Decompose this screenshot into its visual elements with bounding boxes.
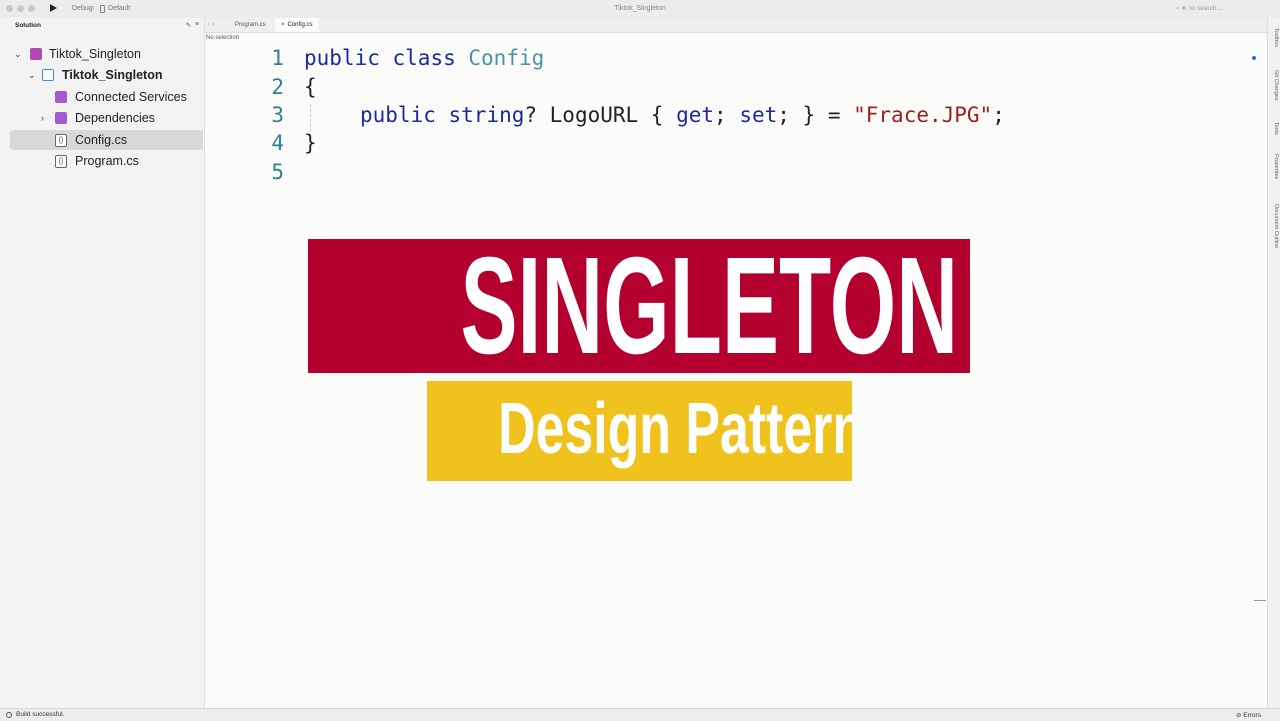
status-bar: Build successful. ⊘ Errors: [0, 708, 1280, 721]
code-line-1[interactable]: public class Config: [304, 46, 544, 70]
nav-arrows-icon[interactable]: ‹ ›: [208, 18, 215, 32]
tree-item-label: Program.cs: [75, 154, 139, 168]
tree-item-label: Tiktok_Singleton: [62, 68, 163, 82]
tree-item-program-cs[interactable]: {} Program.cs: [10, 151, 203, 171]
tab-config-cs[interactable]: × Config.cs: [275, 18, 319, 32]
rail-item-properties[interactable]: Properties: [1271, 154, 1279, 179]
banner-title: SINGLETON: [460, 239, 959, 373]
tree-item-dependencies[interactable]: › Dependencies: [10, 108, 203, 128]
line-number: 3: [271, 103, 284, 127]
title-bar: Debug › Default Tiktok_Singleton ⌕ ⌘. to…: [0, 0, 1280, 19]
rail-item-git-changes[interactable]: Git Changes: [1271, 70, 1279, 101]
chevron-down-icon[interactable]: ⌄: [28, 65, 36, 85]
singleton-title-banner: SINGLETON: [308, 239, 970, 373]
rail-item-toolbox[interactable]: Toolbox: [1271, 28, 1279, 47]
code-line-3[interactable]: public string? LogoURL { get; set; } = "…: [360, 103, 1005, 127]
chevron-down-icon[interactable]: ⌄: [14, 44, 22, 64]
banner-subtitle: Design Pattern: [498, 389, 852, 469]
tree-item-solution[interactable]: ⌄ Tiktok_Singleton: [10, 44, 203, 64]
line-number: 2: [271, 75, 284, 99]
tab-program-cs[interactable]: Program.cs: [229, 18, 272, 32]
search-input[interactable]: ⌕ ⌘. to search...: [1176, 4, 1264, 14]
tree-item-label: Config.cs: [75, 133, 128, 147]
tree-item-label: Tiktok_Singleton: [49, 47, 141, 61]
solution-icon: [30, 48, 42, 60]
tree-item-connected-services[interactable]: Connected Services: [10, 87, 203, 107]
right-tool-rail: Toolbox Git Changes Tests Properties Doc…: [1267, 18, 1280, 708]
sidebar-header: Solution: [15, 22, 41, 29]
solution-sidebar: Solution ✎ × ⌄ Tiktok_Singleton ⌄ Tiktok…: [0, 18, 205, 708]
change-marker-icon: [1252, 56, 1256, 60]
breadcrumb: No selection: [206, 35, 240, 41]
code-line-4[interactable]: }: [304, 131, 317, 155]
code-file-icon: {}: [55, 134, 67, 147]
folder-icon: [55, 112, 67, 124]
indent-guide: [310, 104, 311, 132]
tree-item-project[interactable]: ⌄ Tiktok_Singleton: [10, 65, 203, 85]
close-icon[interactable]: ×: [281, 22, 285, 28]
scrollbar-marker[interactable]: [1254, 600, 1266, 601]
status-message: Build successful.: [16, 711, 65, 718]
pin-icon[interactable]: ✎: [186, 22, 191, 29]
rail-item-document-outline[interactable]: Document Outline: [1271, 204, 1279, 248]
code-file-icon: {}: [55, 155, 67, 168]
design-pattern-banner: Design Pattern: [427, 381, 852, 481]
line-number: 4: [271, 131, 284, 155]
project-icon: [42, 69, 54, 81]
line-number: 5: [271, 160, 284, 184]
chevron-right-icon[interactable]: ›: [41, 108, 44, 128]
editor-tabs: ‹ › Program.cs × Config.cs: [205, 18, 1267, 33]
build-status-icon: [6, 712, 12, 718]
tree-item-config-cs[interactable]: {} Config.cs: [10, 130, 203, 150]
window-title: Tiktok_Singleton: [614, 5, 666, 12]
rail-item-tests[interactable]: Tests: [1271, 122, 1279, 135]
tree-item-label: Dependencies: [75, 111, 155, 125]
errors-button[interactable]: ⊘ Errors: [1236, 711, 1261, 719]
tree-item-label: Connected Services: [75, 90, 187, 104]
code-line-2[interactable]: {: [304, 75, 317, 99]
line-number: 1: [271, 46, 284, 70]
folder-icon: [55, 91, 67, 103]
close-icon[interactable]: ×: [195, 21, 199, 28]
